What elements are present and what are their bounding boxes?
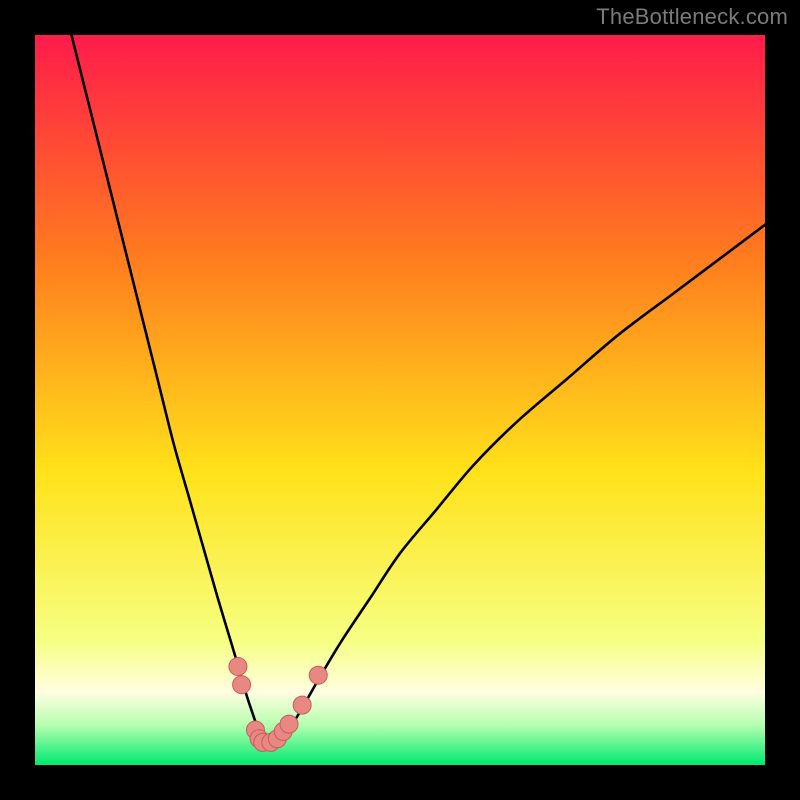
plot-svg <box>35 35 765 765</box>
marker-point <box>233 676 251 694</box>
marker-point <box>229 657 247 675</box>
plot-area <box>35 35 765 765</box>
marker-point <box>293 696 311 714</box>
chart-frame: TheBottleneck.com <box>0 0 800 800</box>
gradient-background <box>35 35 765 765</box>
watermark-text: TheBottleneck.com <box>596 4 788 30</box>
marker-point <box>280 715 298 733</box>
marker-point <box>309 666 327 684</box>
